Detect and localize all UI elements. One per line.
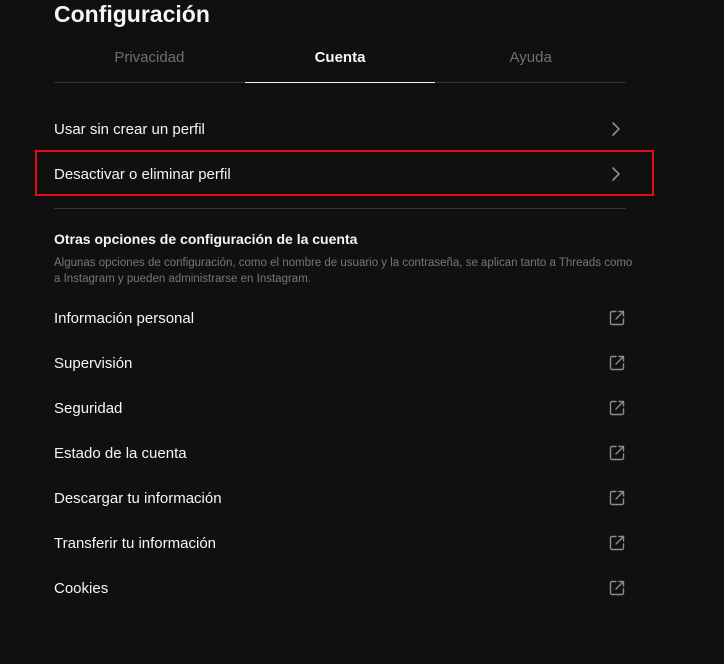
personal-info-item[interactable]: Información personal	[54, 296, 626, 340]
supervision-label: Supervisión	[54, 354, 133, 372]
external-link-icon	[609, 490, 625, 506]
section-divider	[54, 208, 626, 209]
deactivate-delete-profile-label: Desactivar o eliminar perfil	[54, 165, 231, 183]
use-without-profile-item[interactable]: Usar sin crear un perfil	[54, 107, 626, 151]
download-info-label: Descargar tu información	[54, 489, 222, 507]
supervision-item[interactable]: Supervisión	[54, 341, 626, 385]
personal-info-label: Información personal	[54, 309, 195, 327]
chevron-right-icon	[612, 122, 620, 136]
external-link-icon	[609, 355, 625, 371]
external-link-icon	[609, 310, 625, 326]
security-label: Seguridad	[54, 399, 123, 417]
use-without-profile-label: Usar sin crear un perfil	[54, 120, 205, 138]
external-link-icon	[609, 580, 625, 596]
cookies-label: Cookies	[54, 579, 109, 597]
deactivate-delete-profile-item[interactable]: Desactivar o eliminar perfil	[54, 152, 626, 196]
tab-cuenta[interactable]: Cuenta	[244, 40, 436, 83]
other-options-description: Algunas opciones de configuración, como …	[54, 257, 633, 285]
page-title: Configuración	[54, 1, 210, 27]
tab-ayuda[interactable]: Ayuda	[435, 40, 626, 82]
transfer-info-item[interactable]: Transferir tu información	[54, 521, 626, 565]
transfer-info-label: Transferir tu información	[54, 534, 216, 552]
security-item[interactable]: Seguridad	[54, 386, 626, 430]
account-status-label: Estado de la cuenta	[54, 444, 187, 462]
cookies-item[interactable]: Cookies	[54, 566, 626, 610]
account-status-item[interactable]: Estado de la cuenta	[54, 431, 626, 475]
external-link-icon	[609, 445, 625, 461]
download-info-item[interactable]: Descargar tu información	[54, 476, 626, 520]
chevron-right-icon	[612, 167, 620, 181]
tab-privacidad[interactable]: Privacidad	[54, 40, 245, 82]
other-options-title: Otras opciones de configuración de la cu…	[54, 231, 358, 247]
external-link-icon	[609, 535, 625, 551]
settings-tabs: Privacidad Cuenta Ayuda	[54, 40, 626, 83]
external-link-icon	[609, 400, 625, 416]
settings-page: Configuración Privacidad Cuenta Ayuda Us…	[0, 0, 724, 664]
